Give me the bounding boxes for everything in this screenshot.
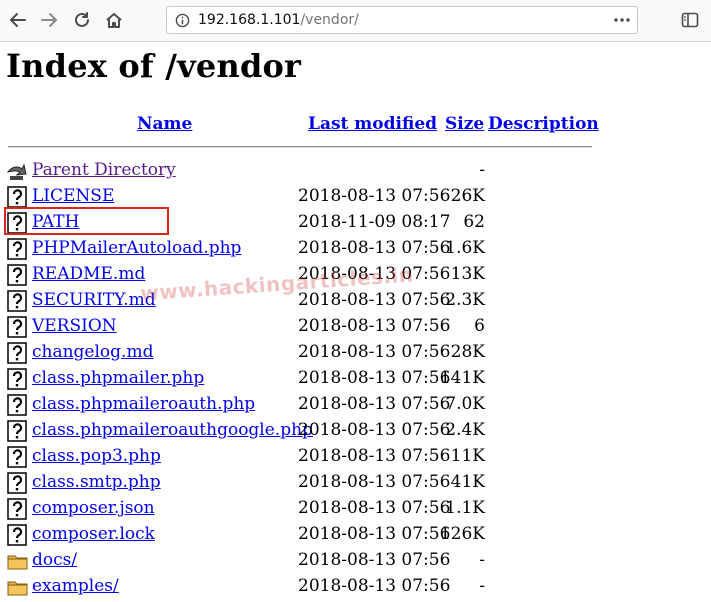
file-size: -	[479, 160, 485, 180]
file-link[interactable]: README.md	[32, 264, 145, 284]
unknown-file-icon	[7, 316, 28, 338]
file-link[interactable]: docs/	[32, 550, 77, 570]
url-bar[interactable]: 192.168.1.101/vendor/	[166, 6, 638, 34]
file-size: 26K	[450, 186, 485, 206]
unknown-file-icon	[7, 420, 28, 442]
file-size: 126K	[439, 524, 485, 544]
unknown-file-icon	[7, 498, 28, 520]
file-link[interactable]: Parent Directory	[32, 160, 176, 180]
file-link[interactable]: composer.lock	[32, 524, 155, 544]
file-size: 1.6K	[445, 238, 485, 258]
file-link[interactable]: changelog.md	[32, 342, 153, 362]
sort-by-description-link[interactable]: Description	[488, 114, 599, 134]
file-link[interactable]: examples/	[32, 576, 119, 596]
unknown-file-icon	[7, 472, 28, 494]
highlight-box	[4, 207, 169, 235]
unknown-file-icon	[7, 446, 28, 468]
list-item: class.phpmaileroauthgoogle.php 2018-08-13…	[0, 418, 600, 444]
list-item: composer.json 2018-08-13 07:56 1.1K	[0, 496, 600, 522]
last-modified: 2018-08-13 07:56	[298, 342, 451, 362]
last-modified: 2018-08-13 07:56	[298, 420, 451, 440]
file-link[interactable]: class.phpmaileroauthgoogle.php	[32, 420, 313, 440]
file-size: 141K	[439, 368, 485, 388]
last-modified: 2018-08-13 07:56	[298, 550, 451, 570]
home-icon[interactable]	[102, 8, 126, 32]
info-icon[interactable]	[175, 13, 190, 32]
unknown-file-icon	[7, 290, 28, 312]
last-modified: 2018-08-13 07:56	[298, 498, 451, 518]
file-link[interactable]: LICENSE	[32, 186, 114, 206]
file-size: 2.3K	[445, 290, 485, 310]
last-modified: 2018-08-13 07:56	[298, 290, 451, 310]
file-size: 6	[474, 316, 485, 336]
sort-by-last-modified-link[interactable]: Last modified	[308, 114, 437, 134]
file-link[interactable]: SECURITY.md	[32, 290, 156, 310]
last-modified: 2018-11-09 08:17	[298, 212, 451, 232]
list-item: PHPMailerAutoload.php 2018-08-13 07:56 1.6…	[0, 236, 600, 262]
unknown-file-icon	[7, 186, 28, 208]
list-item: Parent Directory -	[0, 158, 600, 184]
file-link[interactable]: PHPMailerAutoload.php	[32, 238, 241, 258]
page-title: Index of /vendor	[6, 47, 302, 85]
last-modified: 2018-08-13 07:56	[298, 446, 451, 466]
file-link[interactable]: class.smtp.php	[32, 472, 161, 492]
file-link[interactable]: VERSION	[32, 316, 117, 336]
last-modified: 2018-08-13 07:56	[298, 186, 451, 206]
last-modified: 2018-08-13 07:56	[298, 368, 451, 388]
url-text: 192.168.1.101/vendor/	[198, 12, 359, 28]
last-modified: 2018-08-13 07:56	[298, 238, 451, 258]
sidebar-icon[interactable]	[678, 8, 702, 32]
list-item: class.phpmaileroauth.php 2018-08-13 07:56…	[0, 392, 600, 418]
last-modified: 2018-08-13 07:56	[298, 316, 451, 336]
list-item: changelog.md 2018-08-13 07:56 28K	[0, 340, 600, 366]
last-modified: 2018-08-13 07:56	[298, 472, 451, 492]
more-actions-icon[interactable]	[613, 13, 631, 31]
last-modified: 2018-08-13 07:56	[298, 524, 451, 544]
list-item: composer.lock 2018-08-13 07:56 126K	[0, 522, 600, 548]
back-icon[interactable]	[6, 8, 30, 32]
reload-icon[interactable]	[70, 8, 94, 32]
unknown-file-icon	[7, 238, 28, 260]
file-link[interactable]: class.phpmaileroauth.php	[32, 394, 255, 414]
list-item: examples/2018-08-13 07:56 -	[0, 574, 600, 600]
unknown-file-icon	[7, 342, 28, 364]
browser-toolbar: 192.168.1.101/vendor/	[0, 0, 711, 42]
sort-by-size-link[interactable]: Size	[445, 114, 484, 134]
sort-by-name-link[interactable]: Name	[137, 114, 192, 134]
list-item: class.pop3.php 2018-08-13 07:56 11K	[0, 444, 600, 470]
file-size: -	[479, 550, 485, 570]
file-size: -	[479, 576, 485, 596]
unknown-file-icon	[7, 264, 28, 286]
folder-icon	[7, 576, 28, 598]
file-size: 41K	[450, 472, 485, 492]
unknown-file-icon	[7, 524, 28, 546]
file-link[interactable]: composer.json	[32, 498, 155, 518]
url-path: /vendor/	[300, 12, 359, 28]
header-divider	[8, 146, 592, 148]
file-size: 13K	[450, 264, 485, 284]
file-size: 7.0K	[445, 394, 485, 414]
folder-icon	[7, 550, 28, 572]
file-size: 1.1K	[445, 498, 485, 518]
list-item: docs/2018-08-13 07:56 -	[0, 548, 600, 574]
unknown-file-icon	[7, 394, 28, 416]
last-modified: 2018-08-13 07:56	[298, 576, 451, 596]
list-item: VERSION 2018-08-13 07:56 6	[0, 314, 600, 340]
url-host: 192.168.1.101	[198, 12, 301, 28]
file-size: 28K	[450, 342, 485, 362]
file-size: 2.4K	[445, 420, 485, 440]
file-link[interactable]: class.phpmailer.php	[32, 368, 204, 388]
back-arrow-icon	[6, 160, 28, 182]
forward-icon[interactable]	[37, 8, 61, 32]
list-item: class.phpmailer.php 2018-08-13 07:56 141K	[0, 366, 600, 392]
file-link[interactable]: class.pop3.php	[32, 446, 161, 466]
file-size: 11K	[450, 446, 485, 466]
file-size: 62	[463, 212, 485, 232]
unknown-file-icon	[7, 368, 28, 390]
list-item: class.smtp.php 2018-08-13 07:56 41K	[0, 470, 600, 496]
last-modified: 2018-08-13 07:56	[298, 394, 451, 414]
